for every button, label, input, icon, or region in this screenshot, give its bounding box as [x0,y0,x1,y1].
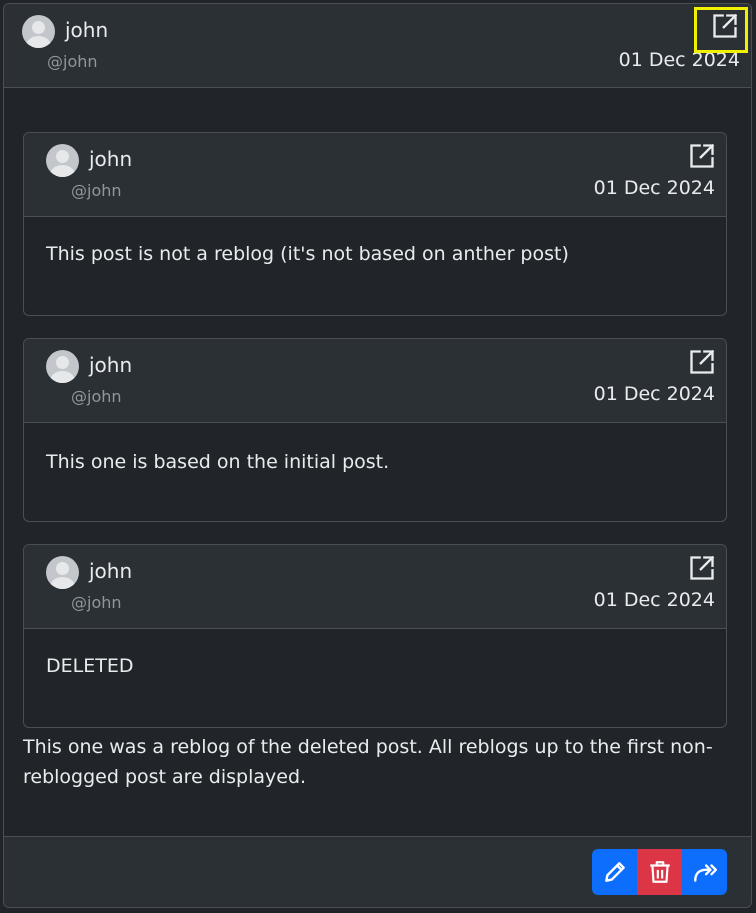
external-link-icon[interactable] [711,12,739,40]
avatar [46,350,79,383]
author-name[interactable]: john [89,353,132,377]
pencil-icon [604,862,625,882]
reblog-button[interactable] [682,849,727,895]
post-header: john @john 01 Dec 2024 [4,4,751,88]
reblog-card: john @john 01 Dec 2024 This one is based… [23,338,727,522]
reblog-body: This post is not a reblog (it's not base… [46,243,569,265]
reblog-card: john @john 01 Dec 2024 DELETED [23,544,727,728]
delete-button[interactable] [637,849,682,895]
reblog-header: john @john 01 Dec 2024 [24,545,726,629]
double-forward-icon [693,864,717,882]
external-link-icon[interactable] [688,554,716,582]
avatar [46,556,79,589]
post-body: This one was a reblog of the deleted pos… [23,736,713,788]
trash-icon [649,861,670,883]
avatar [22,15,55,48]
post-actions [592,849,727,895]
post-card: john @john 01 Dec 2024 john @john 01 Dec… [3,3,752,908]
reblog-body: This one is based on the initial post. [46,451,390,473]
external-link-icon[interactable] [688,142,716,170]
edit-button[interactable] [592,849,637,895]
post-footer [4,836,751,907]
reblog-header: john @john 01 Dec 2024 [24,339,726,423]
reblog-card: john @john 01 Dec 2024 This post is not … [23,132,727,316]
author-handle: @john [47,52,98,71]
avatar [46,144,79,177]
author-name[interactable]: john [89,147,132,171]
author-handle: @john [71,181,122,200]
post-date: 01 Dec 2024 [593,177,715,199]
reblog-header: john @john 01 Dec 2024 [24,133,726,217]
post-date: 01 Dec 2024 [593,589,715,611]
author-handle: @john [71,593,122,612]
post-date: 01 Dec 2024 [593,383,715,405]
author-name[interactable]: john [65,18,108,42]
reblog-body: DELETED [46,655,134,677]
external-link-icon[interactable] [688,348,716,376]
author-handle: @john [71,387,122,406]
author-name[interactable]: john [89,559,132,583]
